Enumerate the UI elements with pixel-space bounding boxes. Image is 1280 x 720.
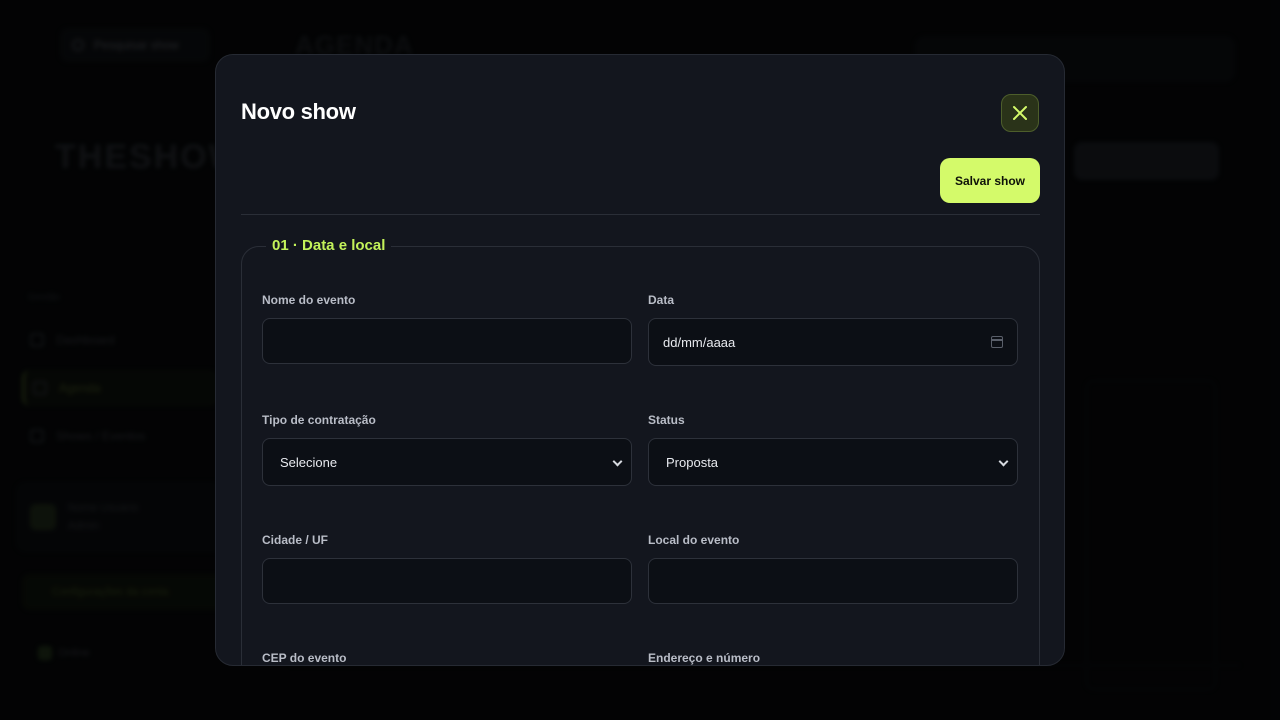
city-label: Cidade / UF bbox=[262, 533, 329, 547]
close-icon bbox=[1013, 106, 1027, 120]
status-label: Status bbox=[648, 413, 685, 427]
address-label: Endereço e número bbox=[648, 651, 761, 665]
section-date-location: 01 · Data e local Nome do evento Data dd… bbox=[241, 237, 1040, 665]
city-input[interactable] bbox=[262, 558, 632, 604]
event-name-input[interactable] bbox=[262, 318, 632, 364]
date-value: dd/mm/aaaa bbox=[663, 334, 736, 350]
status-value: Proposta bbox=[666, 454, 719, 470]
save-show-button[interactable]: Salvar show bbox=[940, 158, 1040, 203]
divider bbox=[241, 214, 1040, 215]
contract-type-label: Tipo de contratação bbox=[262, 413, 376, 427]
contract-type-value: Selecione bbox=[280, 454, 338, 470]
calendar-icon[interactable] bbox=[990, 336, 1003, 348]
date-label: Data bbox=[648, 293, 675, 307]
section-title: 01 · Data e local bbox=[266, 237, 392, 254]
close-button[interactable] bbox=[1001, 94, 1039, 132]
contract-type-select[interactable]: Selecione bbox=[262, 438, 632, 486]
venue-label: Local do evento bbox=[648, 533, 740, 547]
zip-label: CEP do evento bbox=[262, 651, 347, 665]
date-input[interactable]: dd/mm/aaaa bbox=[648, 318, 1018, 366]
chevron-down-icon bbox=[612, 456, 623, 467]
event-name-label: Nome do evento bbox=[262, 293, 356, 307]
venue-input[interactable] bbox=[648, 558, 1018, 604]
modal-title: Novo show bbox=[241, 99, 356, 124]
chevron-down-icon bbox=[998, 456, 1009, 467]
new-show-modal: Novo show Salvar show 01 · Data e local … bbox=[215, 54, 1065, 666]
status-select[interactable]: Proposta bbox=[648, 438, 1018, 486]
